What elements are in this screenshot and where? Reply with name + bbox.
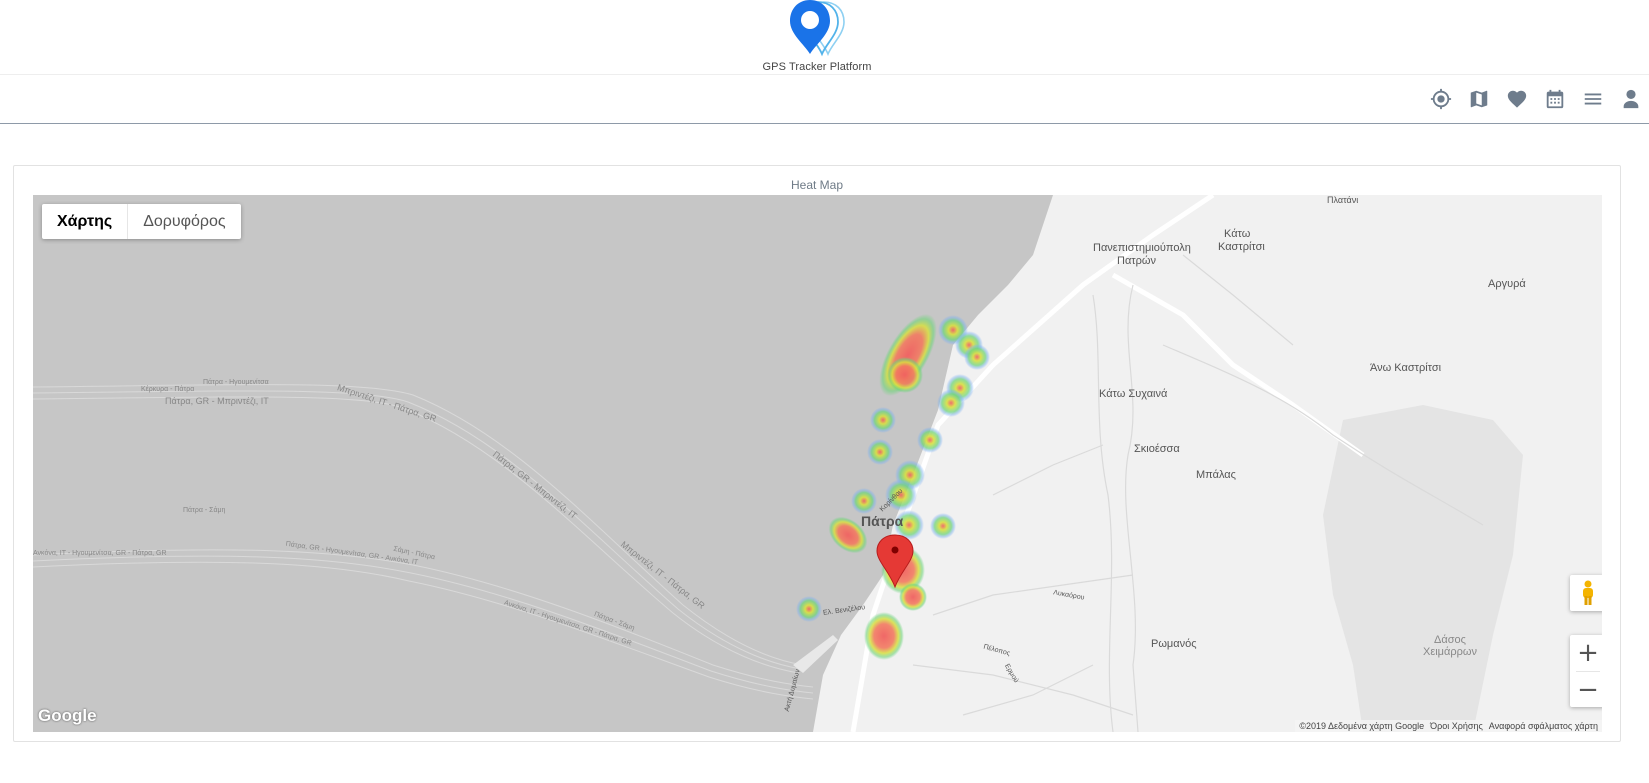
ferry-label: Ανκόνα, IT - Ηγουμενίτσα, GR - Πάτρα, GR [33, 550, 167, 557]
place-label-skioessa: Σκιοέσσα [1134, 443, 1180, 455]
map-base-layer [33, 195, 1602, 732]
place-label-panepistimioupoli: Πανεπιστημιούπολη [1093, 242, 1191, 254]
attribution-terms-link[interactable]: Όροι Χρήσης [1430, 720, 1483, 732]
calendar-icon[interactable] [1543, 87, 1567, 111]
map-attribution: ©2019 Δεδομένα χάρτη Google Όροι Χρήσης … [1295, 720, 1602, 732]
heart-icon[interactable] [1505, 87, 1529, 111]
zoom-in-button[interactable]: + [1570, 635, 1602, 671]
map-type-satellite-button[interactable]: Δορυφόρος [128, 204, 240, 239]
navbar [0, 74, 1649, 124]
place-label-romanos: Ρωμανός [1151, 638, 1197, 650]
card-title: Heat Map [790, 178, 844, 192]
crosshair-icon[interactable] [1429, 87, 1453, 111]
zoom-out-button[interactable]: − [1570, 672, 1602, 707]
logo-text: GPS Tracker Platform [762, 61, 872, 73]
heat-map-card: Heat Map Πάτρα Πανεπιστημιούπολη Πατρών … [13, 165, 1621, 742]
header: GPS Tracker Platform [0, 0, 1649, 74]
attribution-report-link[interactable]: Αναφορά σφάλματος χάρτη [1489, 720, 1598, 732]
place-label-kato-kastritsi-2: Καστρίτσι [1218, 241, 1265, 253]
google-logo[interactable]: Google [38, 706, 97, 726]
place-label-platani: Πλατάνι [1327, 195, 1359, 205]
place-label-patron: Πατρών [1117, 255, 1156, 267]
map-type-map-button[interactable]: Χάρτης [42, 204, 129, 239]
ferry-label: Πάτρα - Σάμη [183, 507, 226, 514]
ferry-label: Κέρκυρα - Πάτρα [141, 386, 195, 393]
place-label-dasos-2: Χειμάρρων [1423, 646, 1477, 658]
attribution-data: ©2019 Δεδομένα χάρτη Google [1299, 721, 1425, 731]
place-label-kato-sychaina: Κάτω Συχαινά [1099, 388, 1168, 400]
ferry-label: Πάτρα - Ηγουμενίτσα [203, 379, 269, 386]
street-view-pegman-button[interactable] [1570, 575, 1602, 611]
place-label-dasos-1: Δάσος [1434, 634, 1466, 646]
ferry-label: Πάτρα, GR - Μπριντέζι, IT [165, 396, 269, 406]
pegman-icon [1583, 580, 1593, 605]
place-label-argyra: Αργυρά [1488, 278, 1526, 290]
menu-icon[interactable] [1581, 87, 1605, 111]
user-icon[interactable] [1619, 87, 1643, 111]
nav-icons [1429, 87, 1643, 111]
place-label-patra: Πάτρα [861, 513, 904, 529]
logo-pins-icon[interactable] [788, 0, 850, 58]
map-icon[interactable] [1467, 87, 1491, 111]
place-label-kato-kastritsi-1: Κάτω [1224, 228, 1251, 240]
zoom-control: + − [1570, 635, 1602, 707]
map-canvas[interactable]: Πάτρα Πανεπιστημιούπολη Πατρών Κάτω Καστ… [33, 195, 1602, 732]
place-label-bpalas: Μπάλας [1196, 469, 1236, 481]
map-type-control: Χάρτης Δορυφόρος [42, 204, 241, 239]
place-label-ano-kastritsi: Άνω Καστρίτσι [1370, 362, 1442, 374]
